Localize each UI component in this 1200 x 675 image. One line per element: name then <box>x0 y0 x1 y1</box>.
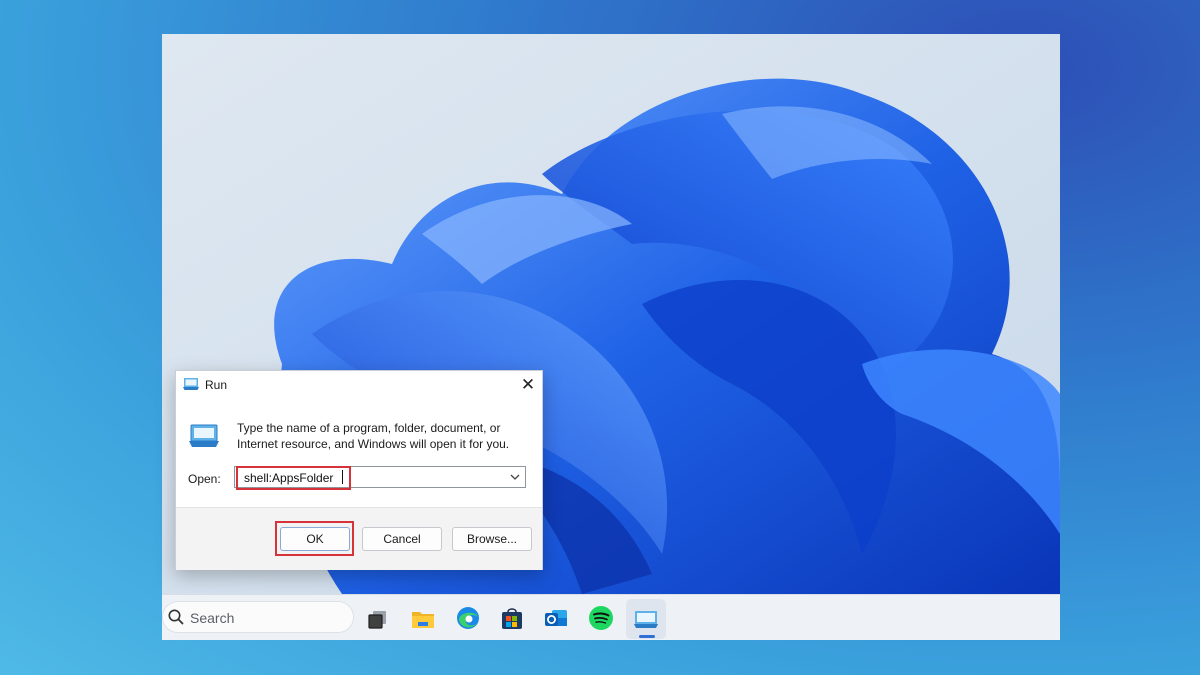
file-explorer-icon[interactable] <box>408 603 438 633</box>
taskbar-search-box[interactable]: Search <box>162 601 354 633</box>
spotify-icon[interactable] <box>586 603 616 633</box>
ok-highlight-box <box>275 521 354 556</box>
microsoft-store-icon[interactable] <box>497 603 527 633</box>
taskbar: Search <box>162 594 1060 640</box>
active-app-indicator <box>639 635 655 638</box>
task-view-icon[interactable] <box>363 603 393 633</box>
run-dialog: Run ✕ Type the name of a program, folder… <box>175 370 543 570</box>
dialog-title: Run <box>205 378 228 392</box>
browse-button[interactable]: Browse... <box>452 527 532 551</box>
open-label: Open: <box>188 472 221 486</box>
run-icon[interactable] <box>631 603 661 633</box>
run-app-icon <box>189 424 219 447</box>
search-icon <box>168 609 184 625</box>
search-placeholder: Search <box>190 610 235 626</box>
input-highlight-box <box>236 466 351 490</box>
cancel-button[interactable]: Cancel <box>362 527 442 551</box>
edge-icon[interactable] <box>453 603 483 633</box>
run-icon <box>183 378 199 390</box>
run-dialog-titlebar[interactable]: Run ✕ <box>176 371 542 397</box>
dialog-description: Type the name of a program, folder, docu… <box>237 421 510 451</box>
close-icon: ✕ <box>520 375 536 394</box>
dialog-button-bar: OK Cancel Browse... <box>176 507 542 570</box>
outlook-icon[interactable] <box>541 603 571 633</box>
close-button[interactable]: ✕ <box>518 375 538 395</box>
chevron-down-icon[interactable] <box>509 470 521 484</box>
